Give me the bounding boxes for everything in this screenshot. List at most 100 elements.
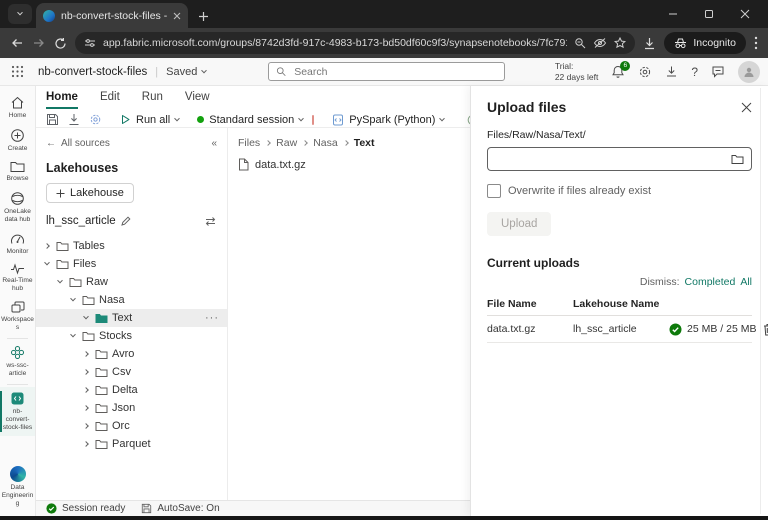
dismiss-completed-link[interactable]: Completed [685,276,736,288]
tab-run[interactable]: Run [142,91,163,109]
browser-menu-icon[interactable] [754,36,758,50]
autosave-status[interactable]: AutoSave: On [141,503,219,514]
nav-create[interactable]: Create [0,124,35,157]
upload-button[interactable]: Upload [487,212,551,236]
session-status-dropdown[interactable]: Standard session [197,114,303,126]
close-button[interactable] [732,4,758,24]
tree-item[interactable]: Delta ··· [36,381,227,399]
tree-item[interactable]: Stocks ··· [36,327,227,345]
download-icon[interactable] [643,37,656,50]
url-bar[interactable]: app.fabric.microsoft.com/groups/8742d3fd… [75,32,635,54]
browse-folder-icon[interactable] [731,154,744,165]
tab-view[interactable]: View [185,91,210,109]
nav-workspace-ws-ssc-article[interactable]: ws-ssc- article [0,341,35,382]
upload-file-input[interactable] [495,152,725,166]
tree-item[interactable]: Orc ··· [36,417,227,435]
tab-home[interactable]: Home [46,91,78,109]
tree-item[interactable]: Nasa ··· [36,291,227,309]
delete-upload-icon[interactable] [756,323,768,336]
nav-browse[interactable]: Browse [0,157,35,187]
eye-blocked-icon[interactable] [593,37,607,49]
tree-expand-icon[interactable] [81,442,91,446]
tree-item[interactable]: Parquet ··· [36,435,227,453]
waffle-menu-icon[interactable] [11,65,24,78]
breadcrumb-nasa[interactable]: Nasa [313,137,338,149]
tree-expand-icon[interactable] [81,424,91,428]
tree-expand-icon[interactable] [81,316,91,320]
tree-item[interactable]: Avro ··· [36,345,227,363]
tree-item[interactable]: Raw ··· [36,273,227,291]
tree-expand-icon[interactable] [55,280,65,284]
nav-workspaces[interactable]: Workspaces [0,297,35,336]
tree-expand-icon[interactable] [42,244,52,248]
overwrite-option[interactable]: Overwrite if files already exist [487,184,752,198]
add-lakehouse-button[interactable]: Lakehouse [46,183,134,203]
new-tab-button[interactable] [198,11,209,22]
tree-item[interactable]: Json ··· [36,399,227,417]
tree-expand-icon[interactable] [68,334,78,338]
save-state-dropdown[interactable]: Saved [166,66,206,78]
back-icon[interactable] [10,37,24,49]
feedback-button[interactable] [711,65,725,78]
zoom-icon[interactable] [574,37,586,49]
tree-expand-icon[interactable] [81,406,91,410]
all-sources-back[interactable]: ←All sources [46,138,110,149]
language-dropdown[interactable]: PySpark (Python) [332,114,444,126]
tree-item[interactable]: Files ··· [36,255,227,273]
file-picker-field[interactable] [487,147,752,171]
tree-item-label: Tables [73,240,219,252]
stop-session-button[interactable] [312,115,314,125]
bookmark-star-icon[interactable] [614,37,626,49]
notifications-button[interactable]: 6 [611,65,625,79]
settings-button[interactable] [638,65,652,79]
search-input[interactable] [292,65,497,79]
tab-edit[interactable]: Edit [100,91,120,109]
explorer-heading: Lakehouses [36,149,227,175]
maximize-button[interactable] [696,4,722,24]
nav-experience-switcher[interactable]: Data Engineering [0,462,35,512]
tree-expand-icon[interactable] [81,370,91,374]
tree-expand-icon[interactable] [81,352,91,356]
more-options-icon[interactable]: ··· [205,312,219,324]
refresh-icon[interactable] [54,37,67,50]
nav-notebook-nb-convert-stock-files[interactable]: nb-convert- stock-files [0,387,35,436]
export-icon[interactable] [68,113,80,126]
nav-onelake-data-hub[interactable]: OneLake data hub [0,187,35,228]
nav-real-time-hub[interactable]: Real-Time hub [0,259,35,297]
downloads-button[interactable] [665,65,678,78]
tree-expand-icon[interactable] [68,298,78,302]
feedback-icon [711,65,725,78]
tree-item[interactable]: Csv ··· [36,363,227,381]
tree-item[interactable]: Tables ··· [36,237,227,255]
site-info-icon[interactable] [84,37,96,49]
forward-icon[interactable] [32,37,46,49]
help-button[interactable]: ? [691,65,698,79]
dismiss-all-link[interactable]: All [740,276,752,288]
minimize-button[interactable] [660,4,686,24]
file-item[interactable]: data.txt.gz [228,149,470,171]
tree-item[interactable]: Text ··· [36,309,227,327]
ribbon-tabs: Home Edit Run View [36,86,470,109]
session-settings-icon[interactable] [89,113,102,126]
overwrite-checkbox[interactable] [487,184,501,198]
tab-close-icon[interactable] [173,12,181,20]
collapse-panel-icon[interactable]: « [211,138,217,149]
notebook-icon [10,391,25,406]
browser-tab[interactable]: nb-convert-stock-files - Synaps [36,3,188,28]
edit-pencil-icon[interactable] [121,216,131,226]
breadcrumb-raw[interactable]: Raw [276,137,297,149]
switch-lakehouse-icon[interactable] [204,216,217,227]
global-search[interactable] [268,62,505,81]
save-icon[interactable] [46,113,59,126]
tree-expand-icon[interactable] [81,388,91,392]
url-text[interactable]: app.fabric.microsoft.com/groups/8742d3fd… [103,37,567,49]
nav-monitor[interactable]: Monitor [0,228,35,260]
tab-search-button[interactable] [8,4,32,24]
nav-home[interactable]: Home [0,92,35,124]
close-panel-icon[interactable] [741,102,752,113]
breadcrumb-files[interactable]: Files [238,137,260,149]
account-avatar[interactable] [738,61,760,83]
taskbar-edge [0,516,768,520]
tree-expand-icon[interactable] [42,262,52,266]
run-all-button[interactable]: Run all [120,114,179,126]
